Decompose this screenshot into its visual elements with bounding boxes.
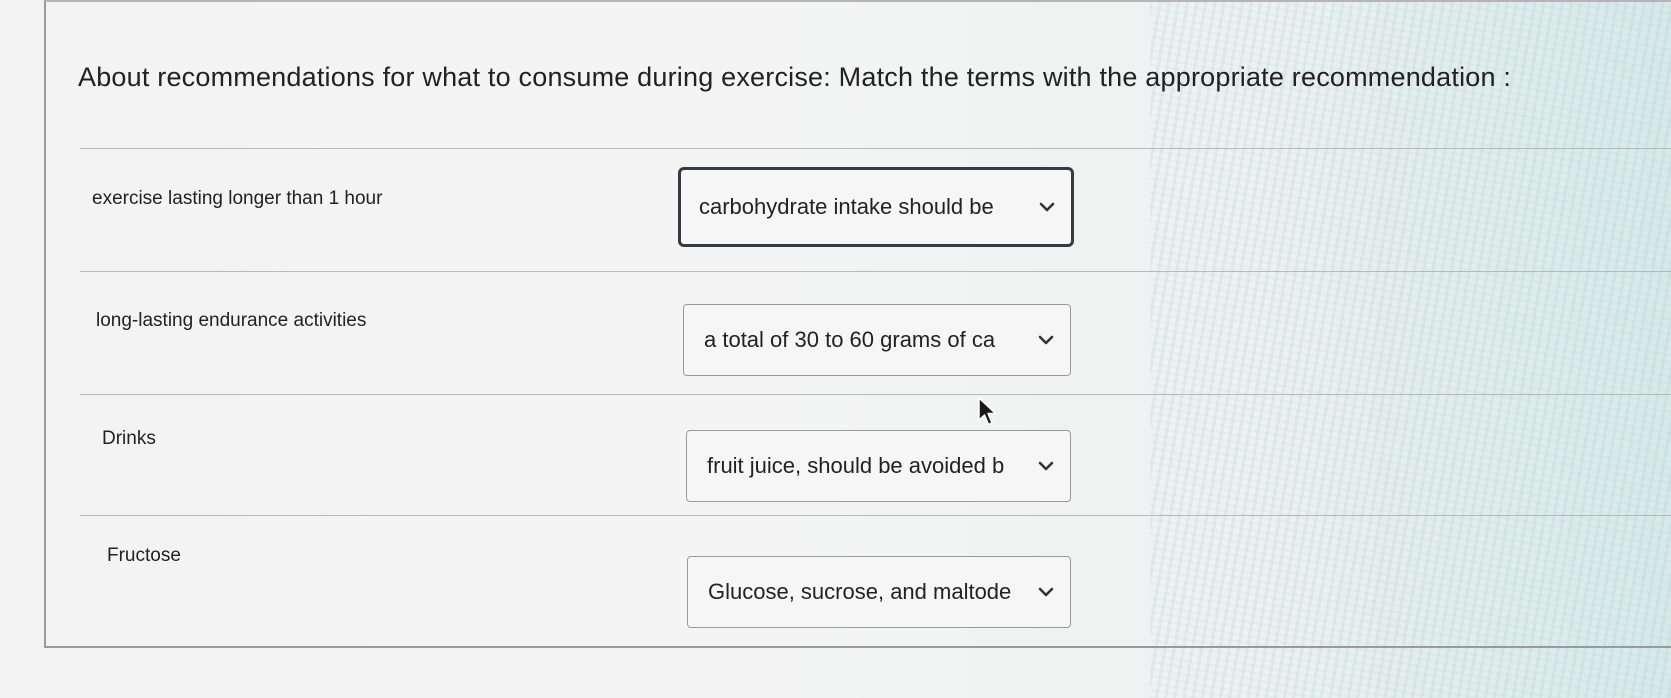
select-value: fruit juice, should be avoided b bbox=[707, 453, 1005, 478]
divider bbox=[80, 271, 1671, 272]
question-text: About recommendations for what to consum… bbox=[78, 62, 1512, 92]
mouse-pointer-icon bbox=[977, 397, 999, 432]
match-select-4[interactable]: Glucose, sucrose, and maltode bbox=[687, 556, 1071, 628]
chevron-down-icon bbox=[1037, 197, 1057, 217]
chevron-down-icon bbox=[1036, 330, 1056, 350]
divider bbox=[80, 148, 1671, 149]
term-label: long-lasting endurance activities bbox=[96, 310, 367, 331]
term-label: exercise lasting longer than 1 hour bbox=[92, 188, 383, 209]
divider bbox=[80, 394, 1671, 395]
select-value: a total of 30 to 60 grams of ca bbox=[704, 327, 996, 352]
select-value: carbohydrate intake should be bbox=[699, 194, 994, 219]
term-label: Drinks bbox=[102, 428, 156, 449]
term-label: Fructose bbox=[107, 545, 181, 566]
match-select-3[interactable]: fruit juice, should be avoided b bbox=[686, 430, 1071, 502]
match-select-2[interactable]: a total of 30 to 60 grams of ca bbox=[683, 304, 1071, 376]
chevron-down-icon bbox=[1036, 582, 1056, 602]
match-select-1[interactable]: carbohydrate intake should be bbox=[678, 167, 1074, 247]
chevron-down-icon bbox=[1036, 456, 1056, 476]
select-value: Glucose, sucrose, and maltode bbox=[708, 579, 1012, 604]
divider bbox=[80, 515, 1671, 516]
